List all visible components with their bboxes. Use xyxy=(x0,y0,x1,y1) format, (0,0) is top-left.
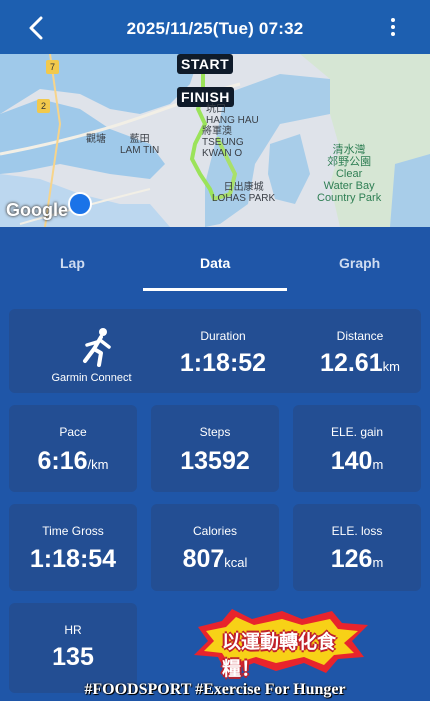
tab-graph[interactable]: Graph xyxy=(339,255,380,271)
calories-card: Calories 807kcal xyxy=(151,504,279,591)
tab-bar: Lap Data Graph xyxy=(0,227,430,291)
hr-card: HR 135 xyxy=(9,603,137,693)
ele-gain-unit: m xyxy=(372,457,384,472)
ele-gain-value-group: 140m xyxy=(293,447,421,476)
route-7-badge: 7 xyxy=(46,60,59,74)
ele-gain-card: ELE. gain 140m xyxy=(293,405,421,492)
pace-label: Pace xyxy=(59,425,87,439)
distance-unit: km xyxy=(382,359,400,374)
duration-label: Duration xyxy=(200,329,246,343)
time-gross-card: Time Gross 1:18:54 xyxy=(9,504,137,591)
more-options-icon[interactable] xyxy=(390,18,396,40)
ele-gain-value: 140 xyxy=(330,447,373,475)
badge-text: 以運動轉化食糧！ xyxy=(222,632,337,680)
distance-value: 12.61 xyxy=(320,349,383,377)
hr-label: HR xyxy=(64,623,82,637)
source-label: Garmin Connect xyxy=(51,372,132,384)
summary-card: Garmin Connect Duration 1:18:52 Distance… xyxy=(9,309,421,393)
route-map[interactable]: START FINISH 坑口 HANG HAU 將軍澳 TSEUNG KWAN… xyxy=(0,54,430,227)
map-label-hang-hau: 坑口 HANG HAU xyxy=(206,104,259,126)
pace-unit: /km xyxy=(87,457,109,472)
pace-value-group: 6:16/km xyxy=(9,447,137,476)
duration-value: 1:18:52 xyxy=(179,349,267,377)
calories-value: 807 xyxy=(182,545,225,573)
pace-value: 6:16 xyxy=(37,447,88,475)
tab-data[interactable]: Data xyxy=(200,255,230,271)
distance-value-group: 12.61km xyxy=(299,349,421,378)
distance-label: Distance xyxy=(336,329,384,343)
running-person-icon xyxy=(79,327,117,367)
map-label-kwun-tong: 觀塘 xyxy=(86,134,106,145)
route-2-badge: 2 xyxy=(37,99,50,113)
steps-label: Steps xyxy=(199,425,231,439)
time-gross-label: Time Gross xyxy=(42,524,104,538)
map-label-clear-water-bay: 清水灣 郊野公園 Clear Water Bay Country Park xyxy=(317,144,382,204)
calories-value-group: 807kcal xyxy=(151,545,279,574)
ele-loss-value: 126 xyxy=(330,545,373,573)
pace-card: Pace 6:16/km xyxy=(9,405,137,492)
steps-card: Steps 13592 xyxy=(151,405,279,492)
ele-gain-label: ELE. gain xyxy=(330,425,384,439)
calories-unit: kcal xyxy=(224,555,248,570)
ele-loss-label: ELE. loss xyxy=(331,524,383,538)
foodsport-badge: 以運動轉化食糧！ xyxy=(192,607,370,680)
steps-value: 13592 xyxy=(180,447,250,475)
hashtag-footer: #FOODSPORT #Exercise For Hunger xyxy=(84,681,346,698)
google-attribution: Google xyxy=(6,200,68,220)
ele-loss-card: ELE. loss 126m xyxy=(293,504,421,591)
start-marker: START xyxy=(177,54,234,74)
active-tab-indicator xyxy=(143,288,287,291)
map-label-tseung-kwan-o: 將軍澳 TSEUNG KWAN O xyxy=(202,126,244,159)
top-bar: 2025/11/25(Tue) 07:32 xyxy=(0,0,430,54)
calories-label: Calories xyxy=(192,524,237,538)
time-gross-value: 1:18:54 xyxy=(29,545,117,573)
ele-loss-value-group: 126m xyxy=(293,545,421,574)
activity-datetime-title: 2025/11/25(Tue) 07:32 xyxy=(126,19,304,38)
ele-loss-unit: m xyxy=(372,555,384,570)
tab-lap[interactable]: Lap xyxy=(60,255,85,271)
map-label-lam-tin: 藍田 LAM TIN xyxy=(120,134,160,156)
location-pin-icon xyxy=(68,192,92,216)
hr-value: 135 xyxy=(52,643,94,671)
map-label-lohas-park: 日出康城 LOHAS PARK xyxy=(212,182,276,204)
